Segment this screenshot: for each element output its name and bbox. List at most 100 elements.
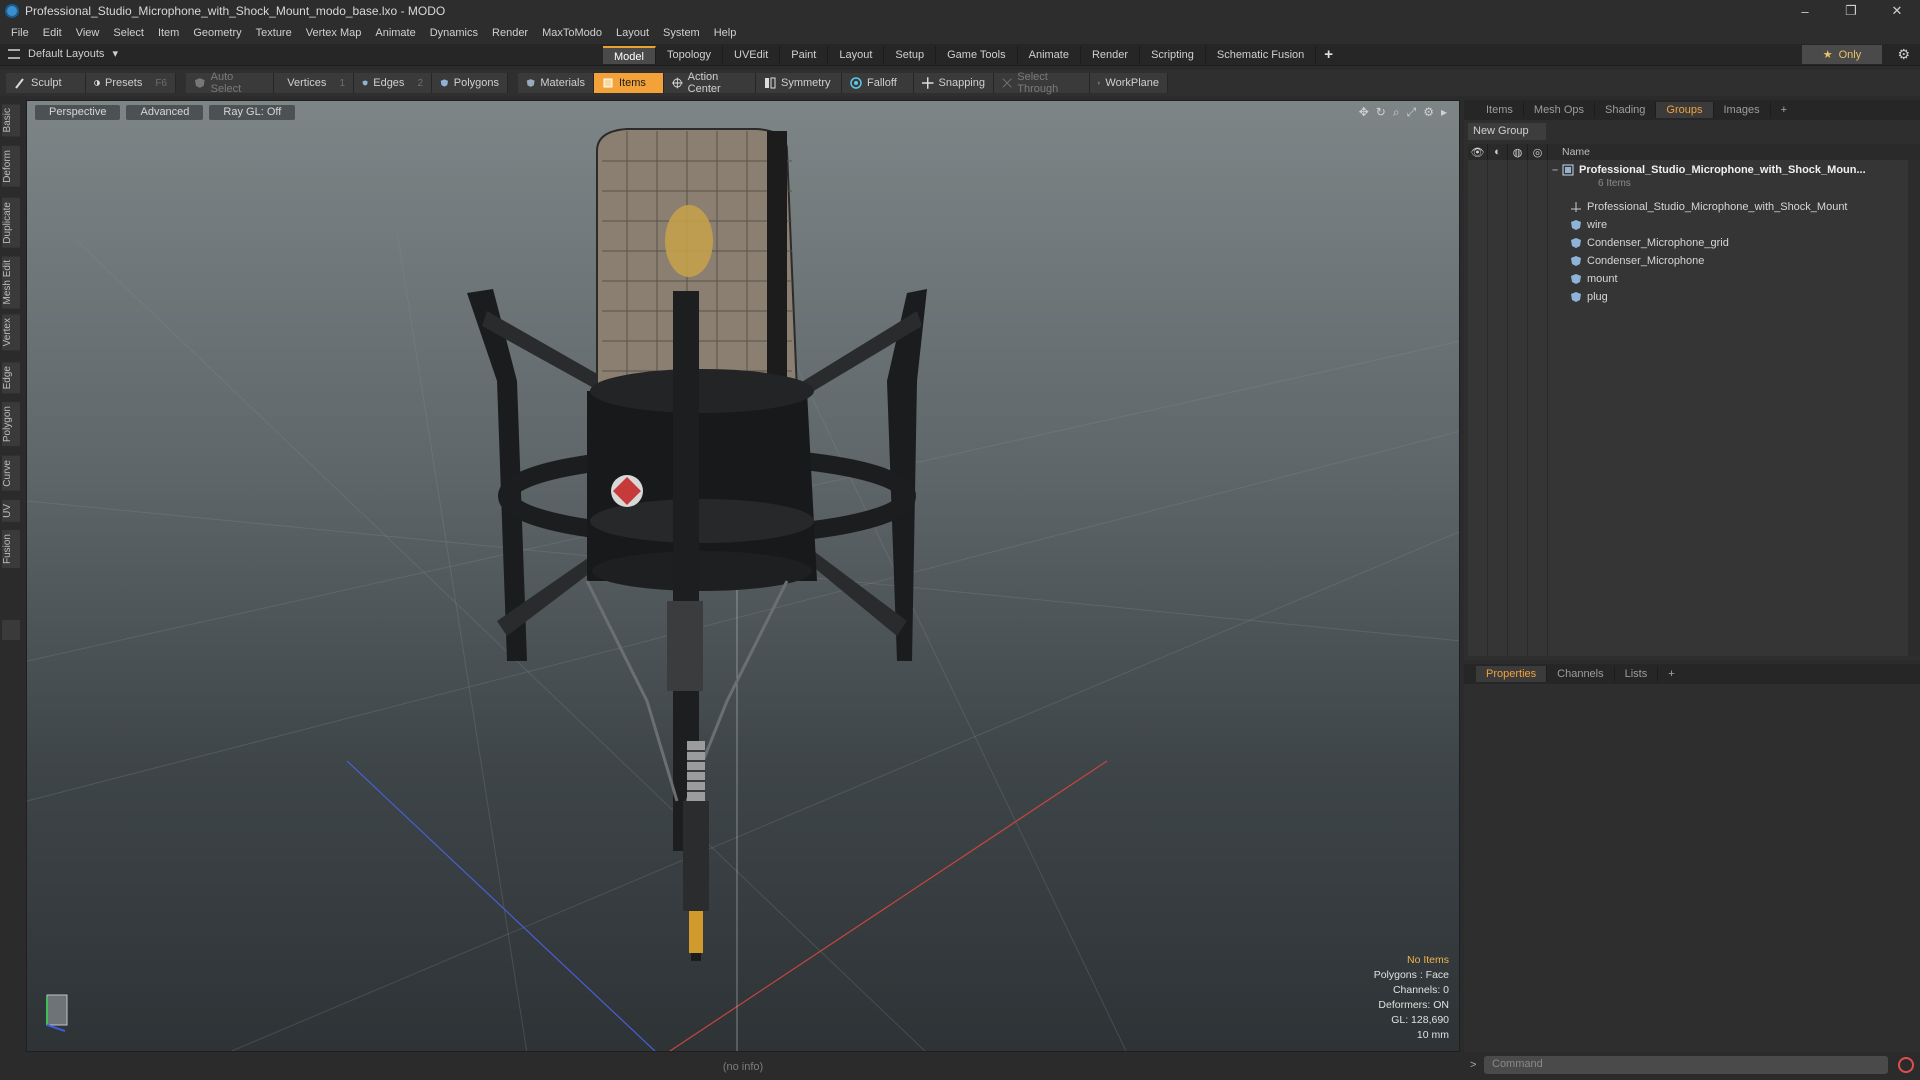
group-row[interactable]: – Professional_Studio_Microphone_with_Sh… [1552, 161, 1920, 179]
menu-system[interactable]: System [663, 27, 700, 39]
left-tab-basic[interactable]: Basic [2, 104, 20, 137]
command-input[interactable]: Command [1484, 1056, 1888, 1074]
tab-channels[interactable]: Channels [1547, 666, 1615, 682]
shading-dropdown[interactable]: Advanced [126, 105, 204, 120]
left-tab-mesh-edit[interactable]: Mesh Edit [2, 256, 20, 309]
left-tab-fusion[interactable]: Fusion [2, 530, 20, 569]
tab-layout[interactable]: Layout [828, 46, 885, 64]
menu-geometry[interactable]: Geometry [193, 27, 241, 39]
add-tab-button[interactable]: + [1658, 666, 1684, 682]
vertices-button[interactable]: Vertices 1 [274, 73, 354, 93]
menu-dynamics[interactable]: Dynamics [430, 27, 478, 39]
viewport-navigation: ✥ ↻ ⌕ ⤢ ⚙ ▸ [1359, 105, 1447, 120]
tab-mesh-ops[interactable]: Mesh Ops [1524, 102, 1596, 118]
microphone-model [467, 128, 927, 961]
menu-select[interactable]: Select [113, 27, 144, 39]
menu-help[interactable]: Help [714, 27, 737, 39]
left-tab-deform[interactable]: Deform [2, 146, 20, 187]
menu-edit[interactable]: Edit [43, 27, 62, 39]
menu-layout[interactable]: Layout [616, 27, 649, 39]
left-tab-curve[interactable]: Curve [2, 456, 20, 491]
groups-scrollbar[interactable] [1908, 160, 1920, 656]
items-button[interactable]: Items [594, 73, 664, 93]
sculpt-label: Sculpt [31, 77, 62, 89]
menu-vertex-map[interactable]: Vertex Map [306, 27, 362, 39]
symmetry-button[interactable]: Symmetry [756, 73, 842, 93]
left-tab-uv[interactable]: UV [2, 500, 20, 522]
left-tab-edge[interactable]: Edge [2, 362, 20, 394]
viewport-menu-arrow-icon[interactable]: ▸ [1441, 105, 1447, 120]
select-column-icon[interactable]: ◎ [1528, 144, 1548, 160]
tab-scripting[interactable]: Scripting [1140, 46, 1206, 64]
tab-render[interactable]: Render [1081, 46, 1141, 64]
left-tab-vertex[interactable]: Vertex [2, 314, 20, 351]
menu-maxtomodo[interactable]: MaxToModo [542, 27, 602, 39]
tab-properties[interactable]: Properties [1476, 666, 1548, 682]
group-item-row[interactable]: plug [1552, 288, 1920, 306]
only-toggle[interactable]: ★ Only [1802, 45, 1882, 64]
layout-selector[interactable]: Default Layouts ▾ [8, 47, 118, 60]
new-group-button[interactable]: New Group [1468, 123, 1546, 140]
menu-animate[interactable]: Animate [375, 27, 415, 39]
tab-shading[interactable]: Shading [1595, 102, 1657, 118]
snapping-icon [922, 77, 934, 89]
tab-items[interactable]: Items [1476, 102, 1524, 118]
tab-groups[interactable]: Groups [1656, 102, 1714, 118]
menu-item[interactable]: Item [158, 27, 179, 39]
minimize-icon[interactable]: – [1782, 0, 1828, 22]
tab-images[interactable]: Images [1714, 102, 1771, 118]
expand-tab-button[interactable] [2, 620, 20, 640]
zoom-icon[interactable]: ⌕ [1393, 105, 1400, 120]
polygons-button[interactable]: Polygons [432, 73, 508, 93]
3d-viewport[interactable]: Perspective Advanced Ray GL: Off ✥ ↻ ⌕ ⤢… [26, 100, 1460, 1052]
sculpt-button[interactable]: Sculpt [6, 73, 86, 93]
lock-column-icon[interactable]: ◍ [1508, 144, 1528, 160]
select-through-button[interactable]: Select Through [994, 71, 1090, 95]
group-item-row[interactable]: wire [1552, 216, 1920, 234]
tab-uvedit[interactable]: UVEdit [723, 46, 781, 64]
tab-topology[interactable]: Topology [656, 46, 724, 64]
group-item-row[interactable]: mount [1552, 270, 1920, 288]
group-item-row[interactable]: Professional_Studio_Microphone_with_Shoc… [1552, 198, 1920, 216]
pan-icon[interactable]: ✥ [1359, 105, 1369, 120]
restore-icon[interactable]: ❐ [1828, 0, 1874, 22]
action-center-button[interactable]: Action Center [664, 71, 756, 95]
add-layout-tab-button[interactable]: + [1316, 46, 1341, 64]
viewport-settings-icon[interactable]: ⚙ [1423, 105, 1434, 120]
snapping-button[interactable]: Snapping [914, 73, 994, 93]
left-tab-duplicate[interactable]: Duplicate [2, 198, 20, 248]
auto-select-button[interactable]: Auto Select [186, 71, 274, 95]
tab-game-tools[interactable]: Game Tools [936, 46, 1018, 64]
left-tool-tabs: Basic Deform Duplicate Mesh Edit Vertex … [0, 100, 22, 1080]
view-mode-dropdown[interactable]: Perspective [35, 105, 121, 120]
group-item-row[interactable]: Condenser_Microphone_grid [1552, 234, 1920, 252]
only-label: Only [1838, 48, 1862, 61]
menu-file[interactable]: File [11, 27, 29, 39]
raygl-toggle[interactable]: Ray GL: Off [209, 105, 296, 120]
group-item-row[interactable]: Condenser_Microphone [1552, 252, 1920, 270]
fit-icon[interactable]: ⤢ [1407, 105, 1417, 120]
menu-render[interactable]: Render [492, 27, 528, 39]
presets-button[interactable]: Presets F6 [86, 73, 176, 93]
visibility-column-icon[interactable]: 👁 [1468, 144, 1488, 160]
edges-button[interactable]: Edges 2 [354, 73, 432, 93]
close-icon[interactable]: ✕ [1874, 0, 1920, 22]
menu-texture[interactable]: Texture [256, 27, 292, 39]
render-column-icon[interactable]: ◐ [1488, 144, 1508, 160]
menu-view[interactable]: View [76, 27, 100, 39]
left-tab-polygon[interactable]: Polygon [2, 402, 20, 447]
snapping-label: Snapping [938, 77, 986, 89]
materials-button[interactable]: Materials [518, 73, 594, 93]
gear-icon[interactable]: ⚙ [1897, 46, 1910, 63]
rotate-icon[interactable]: ↻ [1376, 105, 1386, 120]
tab-animate[interactable]: Animate [1018, 46, 1081, 64]
record-icon[interactable] [1898, 1057, 1914, 1073]
tab-schematic-fusion[interactable]: Schematic Fusion [1206, 46, 1317, 64]
falloff-button[interactable]: Falloff [842, 73, 914, 93]
tab-model[interactable]: Model [603, 46, 656, 64]
tab-paint[interactable]: Paint [780, 46, 829, 64]
workplane-button[interactable]: WorkPlane [1090, 73, 1168, 93]
tab-setup[interactable]: Setup [884, 46, 937, 64]
add-tab-button[interactable]: + [1771, 102, 1797, 118]
tab-lists[interactable]: Lists [1615, 666, 1659, 682]
